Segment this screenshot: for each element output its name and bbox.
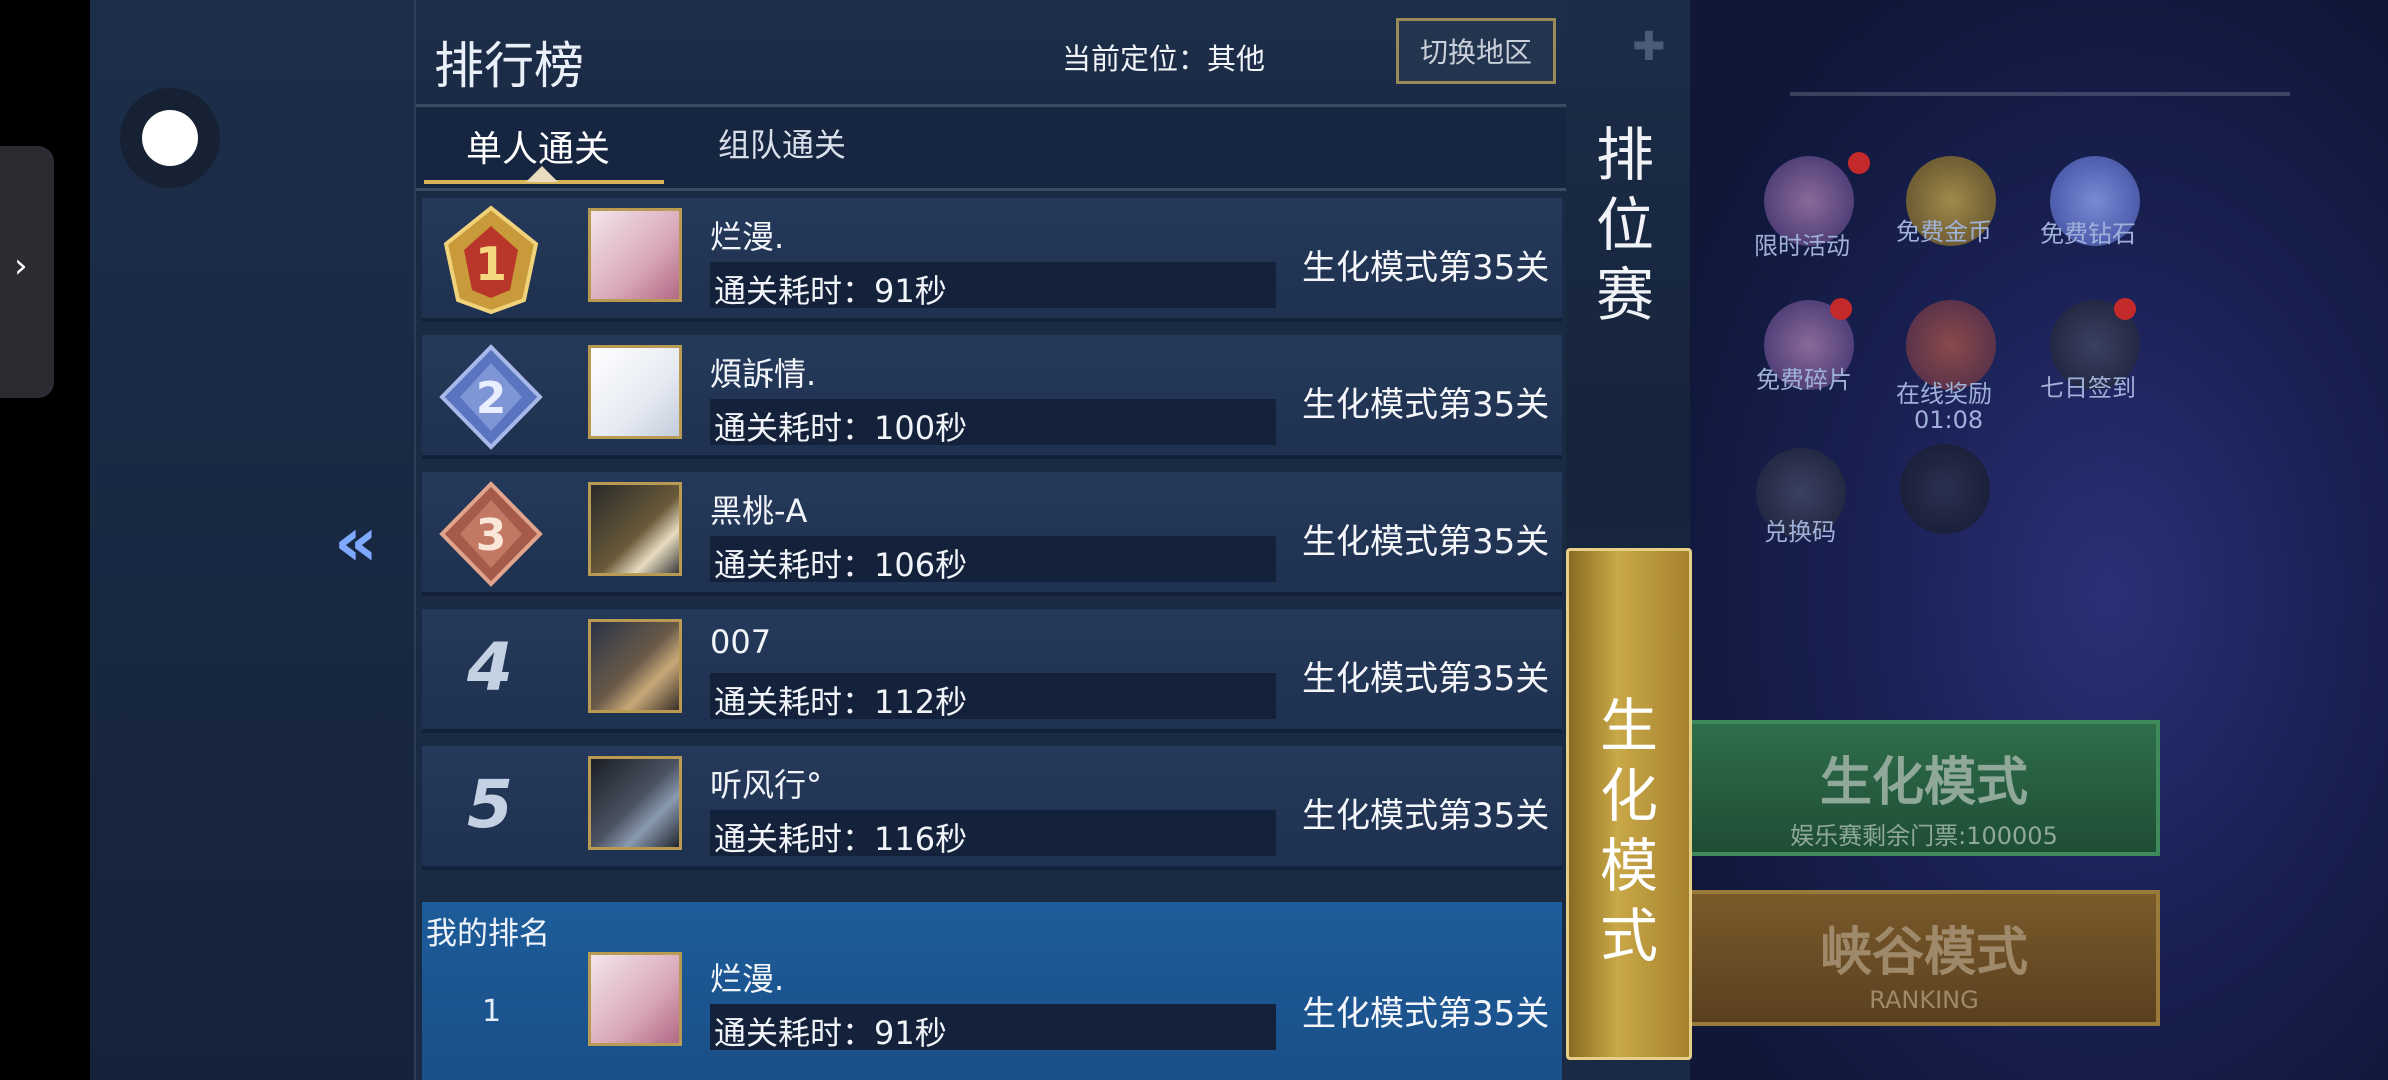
rank-number: 5 — [467, 766, 513, 843]
menu-label-free-shard: 免费碎片 — [1756, 366, 1852, 394]
plus-icon: ✚ — [1632, 24, 1666, 70]
avatar[interactable] — [588, 345, 682, 439]
panel-header: 排行榜 当前定位：其他 切换地区 — [416, 0, 1566, 107]
gold-rank-badge-icon: 1 — [443, 205, 539, 314]
menu-label-redeem: 兑换码 — [1764, 518, 1836, 546]
tab-biochem-mode[interactable]: 生化模式 — [1566, 548, 1692, 1060]
avatar[interactable] — [588, 619, 682, 713]
avatar[interactable] — [588, 952, 682, 1046]
menu-label-free-diamond: 免费钻石 — [2040, 220, 2136, 248]
notification-dot — [2114, 298, 2136, 320]
leaderboard-row[interactable]: 4 007 通关耗时：112秒 生化模式第35关 — [422, 609, 1562, 733]
leaderboard-row[interactable]: 2 煩訴情. 通关耗时：100秒 生化模式第35关 — [422, 335, 1562, 459]
my-rank-row[interactable]: 我的排名 1 烂漫. 通关耗时：91秒 生化模式第35关 — [422, 902, 1562, 1080]
menu-label-limited-event: 限时活动 — [1754, 232, 1850, 260]
page-title: 排行榜 — [434, 37, 584, 95]
tab-solo-clear[interactable]: 单人通关 — [466, 120, 610, 172]
silver-rank-badge-icon: 2 — [439, 344, 543, 450]
rank-number: 4 — [467, 629, 513, 706]
record-dot-icon — [142, 110, 198, 166]
leaderboard-tabs: 单人通关 组队通关 — [416, 108, 1566, 191]
canyon-mode-button[interactable]: 峡谷模式 RANKING — [1688, 890, 2160, 1026]
sound-icon[interactable] — [1900, 444, 1990, 534]
mode-stage: 生化模式第35关 — [1302, 385, 1550, 425]
tab-ranked-match[interactable]: 排位赛 — [1566, 120, 1684, 420]
chevron-right-icon: › — [14, 246, 28, 286]
clear-time: 通关耗时：112秒 — [714, 683, 968, 721]
switch-region-button[interactable]: 切换地区 — [1396, 18, 1556, 84]
player-name: 007 — [710, 623, 772, 661]
player-name: 煩訴情. — [710, 355, 817, 393]
mode-stage: 生化模式第35关 — [1302, 659, 1550, 699]
biochem-mode-title: 生化模式 — [1819, 753, 2028, 813]
leaderboard-row[interactable]: 1 烂漫. 通关耗时：91秒 生化模式第35关 — [422, 198, 1562, 322]
mode-stage: 生化模式第35关 — [1302, 248, 1550, 288]
player-name: 烂漫. — [710, 218, 785, 256]
badge-number: 2 — [476, 373, 507, 424]
bronze-rank-badge-icon: 3 — [439, 481, 543, 587]
avatar[interactable] — [588, 208, 682, 302]
back-arrow-icon[interactable]: « — [334, 508, 378, 578]
clear-time-bar: 通关耗时：106秒 — [710, 536, 1276, 584]
clear-time: 通关耗时：91秒 — [714, 272, 947, 310]
canyon-mode-sub: RANKING — [1869, 986, 1979, 1014]
tab-biochem-label: 生化模式 — [1599, 692, 1658, 970]
avatar[interactable] — [588, 756, 682, 850]
clear-time-bar: 通关耗时：91秒 — [710, 1004, 1276, 1052]
clear-time: 通关耗时：100秒 — [714, 409, 968, 447]
badge-number: 3 — [476, 510, 507, 561]
floating-record-button[interactable] — [120, 88, 220, 188]
player-name: 听风行° — [710, 766, 823, 804]
tab-ranked-label: 排位赛 — [1595, 121, 1654, 329]
clear-time-bar: 通关耗时：91秒 — [710, 262, 1276, 310]
online-reward-timer: 01:08 — [1914, 406, 1984, 434]
current-location: 当前定位：其他 — [1062, 42, 1266, 76]
clear-time: 通关耗时：116秒 — [714, 820, 968, 858]
clear-time: 通关耗时：106秒 — [714, 546, 968, 584]
menu-label-checkin: 七日签到 — [2040, 374, 2136, 402]
clear-time: 通关耗时：91秒 — [714, 1014, 947, 1052]
side-drawer-handle[interactable]: › — [0, 146, 54, 398]
leaderboard-panel: 排行榜 当前定位：其他 切换地区 单人通关 组队通关 1 烂漫. 通关耗时：91… — [414, 0, 1566, 1080]
canyon-mode-title: 峡谷模式 — [1819, 923, 2028, 983]
menu-label-free-coin: 免费金币 — [1896, 218, 1992, 246]
mode-stage: 生化模式第35关 — [1302, 796, 1550, 836]
player-name: 黑桃-A — [710, 492, 808, 530]
my-rank-label: 我的排名 — [426, 916, 550, 952]
clear-time-bar: 通关耗时：112秒 — [710, 673, 1276, 721]
caret-up-icon — [526, 166, 558, 182]
lobby-divider — [1790, 92, 2290, 96]
mode-stage: 生化模式第35关 — [1302, 994, 1550, 1034]
menu-label-online-reward: 在线奖励 — [1896, 380, 1992, 408]
notification-dot — [1848, 152, 1870, 174]
biochem-mode-tickets: 娱乐赛剩余门票:100005 — [1790, 822, 2058, 850]
my-rank-number: 1 — [482, 994, 502, 1029]
notification-dot — [1830, 298, 1852, 320]
player-name: 烂漫. — [710, 960, 785, 998]
leaderboard-row[interactable]: 3 黑桃-A 通关耗时：106秒 生化模式第35关 — [422, 472, 1562, 596]
avatar[interactable] — [588, 482, 682, 576]
clear-time-bar: 通关耗时：100秒 — [710, 399, 1276, 447]
mode-stage: 生化模式第35关 — [1302, 522, 1550, 562]
leaderboard-row[interactable]: 5 听风行° 通关耗时：116秒 生化模式第35关 — [422, 746, 1562, 870]
tab-team-clear[interactable]: 组队通关 — [718, 120, 846, 166]
clear-time-bar: 通关耗时：116秒 — [710, 810, 1276, 858]
badge-number: 1 — [475, 237, 507, 291]
biochem-mode-button[interactable]: 生化模式 娱乐赛剩余门票:100005 — [1688, 720, 2160, 856]
